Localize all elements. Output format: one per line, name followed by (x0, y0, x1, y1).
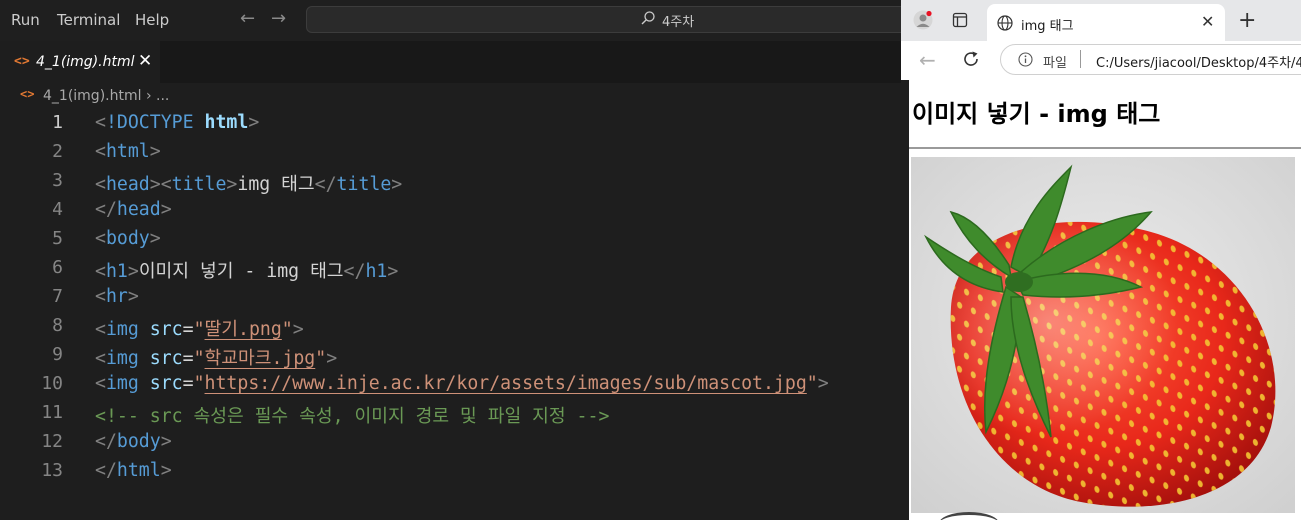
code-line: 3 <head><title>img 태그</title> (0, 167, 901, 196)
command-center-text: 4주차 (662, 15, 695, 30)
code-line: 5 <body> (0, 225, 901, 254)
code-line: 9 <img src="학교마크.jpg"> (0, 341, 901, 370)
code-line: 6 <h1>이미지 넣기 - img 태그</h1> (0, 254, 901, 283)
browser-window: img 태그 ✕ + ← 파일 C:/Users/jiacool/Desktop… (901, 0, 1301, 520)
line-number: 10 (41, 373, 63, 394)
breadcrumb: <> 4_1(img).html › ... (0, 83, 901, 109)
line-number: 7 (52, 286, 63, 307)
menu-run[interactable]: Run (11, 11, 40, 29)
url-field[interactable]: 파일 C:/Users/jiacool/Desktop/4주차/4 (1000, 44, 1301, 75)
browser-tab-title: img 태그 (1021, 19, 1074, 34)
forward-arrow-icon[interactable]: → (271, 8, 286, 29)
line-number: 1 (52, 112, 63, 133)
address-bar: ← 파일 C:/Users/jiacool/Desktop/4주차/4 (901, 41, 1301, 80)
code-line: 11 <!-- src 속성은 필수 속성, 이미지 경로 및 파일 지정 --… (0, 399, 901, 428)
line-number: 5 (52, 228, 63, 249)
code-line: 10 <img src="https://www.inje.ac.kr/kor/… (0, 370, 901, 399)
url-scheme-label: 파일 (1043, 56, 1067, 71)
search-icon (641, 11, 655, 25)
info-icon[interactable] (1018, 52, 1033, 67)
code-line: 2 <html> (0, 138, 901, 167)
vscode-window: Run Terminal Help ← → 4주차 <> 4_1(img).ht… (0, 0, 901, 520)
page-content: 이미지 넣기 - img 태그 (901, 80, 1301, 520)
code-line: 1 <!DOCTYPE html> (0, 109, 901, 138)
strawberry-image (911, 157, 1295, 513)
code-line: 7 <hr> (0, 283, 901, 312)
code-line: 4 </head> (0, 196, 901, 225)
editor-tab-label: 4_1(img).html (36, 54, 135, 70)
line-number: 9 (52, 344, 63, 365)
editor-tab[interactable]: <> 4_1(img).html ✕ (0, 41, 160, 83)
line-number: 8 (52, 315, 63, 336)
url-separator (1080, 50, 1081, 68)
code-line: 13 </html> (0, 457, 901, 486)
code-line: 12 </body> (0, 428, 901, 457)
menu-terminal[interactable]: Terminal (57, 11, 120, 29)
back-arrow-icon[interactable]: ← (240, 8, 255, 29)
code-editor[interactable]: 1 <!DOCTYPE html> 2 <html> 3 <head><titl… (0, 109, 901, 520)
line-number: 13 (41, 460, 63, 481)
horizontal-rule (909, 147, 1301, 149)
profile-avatar-icon[interactable] (913, 10, 933, 30)
html-file-icon: <> (20, 87, 35, 101)
next-image-partial (939, 512, 999, 520)
line-number: 3 (52, 170, 63, 191)
line-number: 4 (52, 199, 63, 220)
browser-tab[interactable]: img 태그 ✕ (987, 4, 1225, 41)
line-number: 2 (52, 141, 63, 162)
url-text: C:/Users/jiacool/Desktop/4주차/4 (1096, 56, 1301, 71)
breadcrumb-file[interactable]: 4_1(img).html › ... (43, 88, 169, 104)
browser-tab-strip: img 태그 ✕ + (901, 0, 1301, 41)
html-file-icon: <> (14, 54, 30, 69)
close-icon[interactable]: ✕ (138, 51, 152, 71)
line-number: 11 (41, 402, 63, 423)
back-arrow-icon[interactable]: ← (919, 48, 936, 72)
page-heading: 이미지 넣기 - img 태그 (912, 100, 1161, 128)
tab-actions-icon[interactable] (952, 12, 968, 28)
line-number: 12 (41, 431, 63, 452)
refresh-icon[interactable] (961, 49, 981, 69)
close-icon[interactable]: ✕ (1201, 12, 1214, 31)
command-center[interactable]: 4주차 (306, 6, 901, 33)
code-line: 8 <img src="딸기.png"> (0, 312, 901, 341)
menu-help[interactable]: Help (135, 11, 169, 29)
globe-icon (997, 15, 1013, 31)
new-tab-icon[interactable]: + (1238, 8, 1256, 33)
line-number: 6 (52, 257, 63, 278)
title-bar: Run Terminal Help ← → 4주차 (0, 0, 901, 41)
editor-tab-bar: <> 4_1(img).html ✕ (0, 41, 901, 83)
